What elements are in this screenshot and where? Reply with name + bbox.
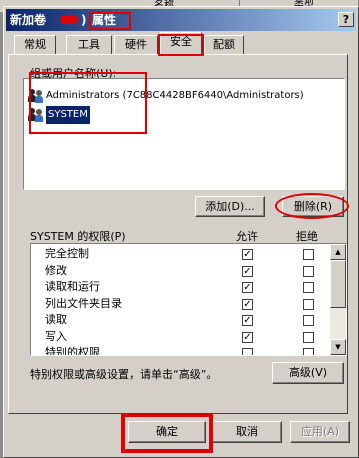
- permission-name: 特别的权限: [45, 346, 100, 356]
- deny-checkbox[interactable]: [303, 282, 314, 293]
- permission-name: 读取和运行: [45, 280, 100, 293]
- advanced-note: 特别权限或高级设置，请单击“高级”。: [30, 368, 218, 381]
- title-highlight-box: [89, 12, 131, 30]
- title-paren: ): [81, 13, 87, 27]
- tab-tools[interactable]: 工具: [66, 35, 112, 54]
- advanced-button[interactable]: 高级(V): [272, 362, 344, 384]
- deny-checkbox[interactable]: [303, 249, 314, 260]
- tab-hardware[interactable]: 硬件: [114, 35, 158, 54]
- permissions-list: 完全控制 ✓ 修改 ✓ 读取和运行 ✓ 列出文件夹目录 ✓ 读取 ✓ 写入 ✓ 特别的权限 ▲ ▼: [30, 243, 347, 356]
- security-tab-highlight: [158, 34, 204, 56]
- permission-name: 修改: [45, 263, 67, 277]
- deny-checkbox[interactable]: [303, 331, 314, 343]
- permission-row: 读取和运行 ✓: [31, 279, 331, 295]
- scroll-up-arrow-icon[interactable]: ▲: [330, 244, 346, 260]
- permissions-scrollbar[interactable]: ▲ ▼: [330, 244, 346, 355]
- permission-row: 列出文件夹目录 ✓: [31, 296, 331, 312]
- permissions-label: SYSTEM 的权限(P): [30, 230, 126, 243]
- allow-checkbox[interactable]: ✓: [242, 265, 253, 277]
- apply-button[interactable]: 应用(A): [290, 421, 350, 443]
- permission-row: 特别的权限: [31, 345, 331, 356]
- add-button[interactable]: 添加(D)...: [195, 196, 265, 217]
- window-title: 新加卷: [10, 13, 47, 27]
- users-highlight-box: [29, 72, 147, 134]
- allow-checkbox[interactable]: ✓: [242, 315, 253, 326]
- help-button[interactable]: ?: [338, 12, 354, 27]
- allow-checkbox[interactable]: [242, 348, 253, 355]
- deny-checkbox[interactable]: [303, 348, 314, 355]
- scroll-down-arrow-icon[interactable]: ▼: [330, 339, 346, 355]
- tab-general[interactable]: 常规: [14, 35, 56, 54]
- permission-name: 写入: [45, 329, 67, 343]
- permission-name: 列出文件夹目录: [45, 296, 122, 310]
- deny-header: 拒绝: [296, 230, 318, 243]
- permission-row: 读取 ✓: [31, 312, 331, 328]
- permission-row: 完全控制 ✓: [31, 246, 331, 262]
- allow-checkbox[interactable]: ✓: [242, 282, 253, 293]
- permission-name: 完全控制: [45, 247, 89, 260]
- permission-row: 修改 ✓: [31, 263, 331, 279]
- redacted-mark: [60, 15, 78, 24]
- deny-checkbox[interactable]: [303, 315, 314, 326]
- tab-quota[interactable]: 配额: [204, 35, 244, 54]
- deny-checkbox[interactable]: [303, 265, 314, 277]
- scroll-thumb[interactable]: [330, 260, 346, 308]
- allow-checkbox[interactable]: ✓: [242, 298, 253, 310]
- permission-name: 读取: [45, 313, 67, 326]
- remove-highlight-oval: [275, 193, 349, 219]
- permission-row: 写入 ✓: [31, 329, 331, 345]
- allow-checkbox[interactable]: ✓: [242, 331, 253, 343]
- allow-header: 允许: [236, 230, 258, 243]
- deny-checkbox[interactable]: [303, 298, 314, 310]
- cancel-button[interactable]: 取消: [212, 421, 282, 443]
- allow-checkbox[interactable]: ✓: [242, 249, 253, 260]
- title-bar[interactable]: 新加卷 ) 属性 ?: [6, 9, 356, 31]
- ok-highlight-box: [121, 413, 213, 453]
